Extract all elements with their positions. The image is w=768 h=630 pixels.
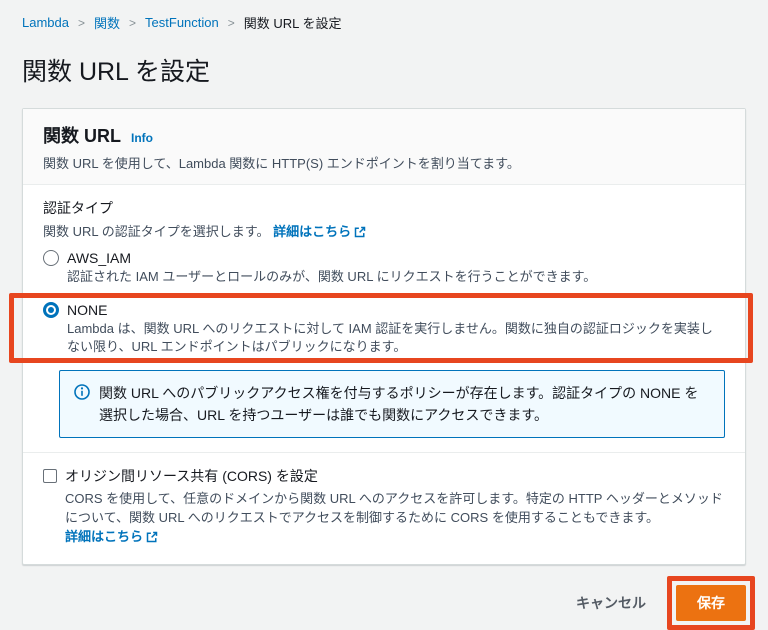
page-container: Lambda > 関数 > TestFunction > 関数 URL を設定 … bbox=[0, 0, 768, 630]
cors-description-text: CORS を使用して、任意のドメインから関数 URL へのアクセスを許可します。… bbox=[65, 491, 723, 525]
auth-type-description: 関数 URL の認証タイプを選択します。 詳細はこちら bbox=[43, 221, 725, 241]
radio-label-aws-iam: AWS_IAM bbox=[67, 250, 132, 266]
cors-learn-more-link[interactable]: 詳細はこちら bbox=[65, 529, 158, 544]
cors-label: オリジン間リソース共有 (CORS) を設定 bbox=[65, 468, 318, 484]
auth-type-description-text: 関数 URL の認証タイプを選択します。 bbox=[43, 224, 270, 239]
external-link-icon bbox=[354, 226, 366, 241]
external-link-icon bbox=[146, 529, 158, 548]
breadcrumb: Lambda > 関数 > TestFunction > 関数 URL を設定 bbox=[22, 0, 746, 32]
section-divider bbox=[23, 452, 745, 453]
public-access-alert: 関数 URL へのパブリックアクセス権を付与するポリシーが存在します。認証タイプ… bbox=[59, 370, 725, 438]
radio-label-none: NONE bbox=[67, 302, 108, 318]
breadcrumb-link-lambda[interactable]: Lambda bbox=[22, 15, 69, 30]
alert-text: 関数 URL へのパブリックアクセス権を付与するポリシーが存在します。認証タイプ… bbox=[99, 385, 699, 423]
radio-description-aws-iam: 認証された IAM ユーザーとロールのみが、関数 URL にリクエストを行うこと… bbox=[67, 269, 597, 284]
info-icon bbox=[74, 382, 90, 426]
cors-section: オリジン間リソース共有 (CORS) を設定 CORS を使用して、任意のドメイ… bbox=[43, 466, 725, 548]
radio-option-none: NONE Lambda は、関数 URL へのリクエストに対して IAM 認証を… bbox=[9, 293, 753, 363]
radio-option-aws-iam: AWS_IAM 認証された IAM ユーザーとロールのみが、関数 URL にリク… bbox=[43, 250, 725, 286]
function-url-card: 関数 URL Info 関数 URL を使用して、Lambda 関数に HTTP… bbox=[9, 108, 753, 565]
footer-actions: キャンセル 保存 bbox=[22, 576, 755, 630]
cors-checkbox[interactable] bbox=[43, 469, 57, 483]
breadcrumb-link-functions[interactable]: 関数 bbox=[94, 13, 120, 32]
cors-checkbox-row[interactable]: オリジン間リソース共有 (CORS) を設定 bbox=[43, 466, 725, 486]
auth-type-label: 認証タイプ bbox=[43, 200, 113, 216]
save-button[interactable]: 保存 bbox=[676, 585, 746, 621]
card-header: 関数 URL Info 関数 URL を使用して、Lambda 関数に HTTP… bbox=[23, 109, 745, 185]
cors-description: CORS を使用して、任意のドメインから関数 URL へのアクセスを許可します。… bbox=[65, 489, 725, 548]
radio-row-none[interactable]: NONE bbox=[43, 302, 725, 318]
breadcrumb-separator: > bbox=[129, 15, 137, 30]
card-header-description: 関数 URL を使用して、Lambda 関数に HTTP(S) エンドポイントを… bbox=[43, 156, 520, 171]
info-link[interactable]: Info bbox=[131, 131, 153, 145]
breadcrumb-separator: > bbox=[227, 15, 235, 30]
cancel-button[interactable]: キャンセル bbox=[572, 587, 650, 619]
radio-button-aws-iam[interactable] bbox=[43, 250, 59, 266]
breadcrumb-current: 関数 URL を設定 bbox=[243, 16, 342, 31]
auth-learn-more-link[interactable]: 詳細はこちら bbox=[273, 224, 366, 239]
card-body: 認証タイプ 関数 URL の認証タイプを選択します。 詳細はこちら AWS_IA… bbox=[9, 185, 753, 564]
card-title: 関数 URL bbox=[43, 126, 121, 146]
auth-learn-more-label: 詳細はこちら bbox=[273, 224, 352, 239]
page-title: 関数 URL を設定 bbox=[22, 58, 210, 86]
breadcrumb-link-testfunction[interactable]: TestFunction bbox=[145, 15, 219, 30]
radio-button-none[interactable] bbox=[43, 302, 59, 318]
save-button-wrapper: 保存 bbox=[667, 576, 755, 630]
cors-learn-more-label: 詳細はこちら bbox=[65, 529, 144, 544]
radio-description-none: Lambda は、関数 URL へのリクエストに対して IAM 認証を実行しませ… bbox=[67, 321, 713, 354]
breadcrumb-separator: > bbox=[77, 15, 85, 30]
radio-row-aws-iam[interactable]: AWS_IAM bbox=[43, 250, 725, 266]
